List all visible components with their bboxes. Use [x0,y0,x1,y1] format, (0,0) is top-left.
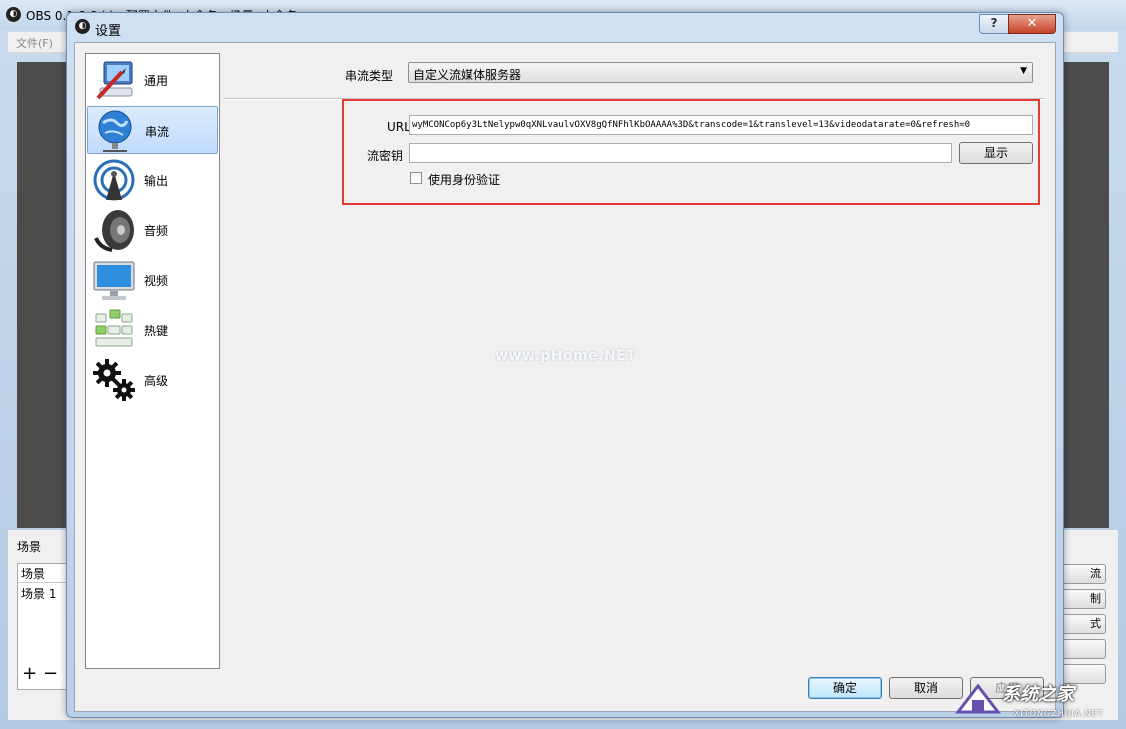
site-logo-subtext: XITONGZHIJIA.NET [1014,709,1104,718]
sidebar-item-general[interactable]: 通用 [87,56,218,104]
url-input[interactable]: wyMCONCop6y3LtNelypw0qXNLvaulvOXV8gQfNFh… [409,115,1033,135]
computer-pen-icon [96,61,133,100]
menu-file[interactable]: 文件(F) [16,35,53,51]
sidebar-item-video[interactable]: 视频 [87,256,218,304]
close-button[interactable]: ✕ [1008,14,1056,34]
sidebar-item-label: 通用 [144,74,169,88]
url-label: URL [387,120,411,134]
help-button[interactable]: ? [979,14,1009,34]
stream-key-label: 流密钥 [367,149,404,163]
broadcast-antenna-icon [93,159,135,201]
site-logo-text: 系统之家 [1002,684,1074,705]
sidebar-item-stream[interactable]: 串流 [87,106,218,154]
scenes-panel-label: 场景 [17,540,42,554]
chevron-down-icon: ▼ [1020,66,1027,76]
stream-key-input[interactable] [409,143,952,163]
show-key-button[interactable]: 显示 [959,142,1033,164]
obs-logo-icon: ◐ [75,19,90,34]
sidebar-item-label: 输出 [144,174,169,188]
dialog-client-area: 通用 串流 输出 音频 视频 热键 高级 串流类型 自定义流媒体服务器 ▼ UR… [74,42,1056,712]
settings-sidebar: 通用 串流 输出 音频 视频 热键 高级 [85,53,220,669]
stream-type-label: 串流类型 [345,69,394,83]
sidebar-item-output[interactable]: 输出 [87,156,218,204]
dialog-title: 设置 [95,24,122,39]
use-auth-label: 使用身份验证 [428,173,501,187]
sidebar-item-label: 热键 [144,324,169,338]
globe-network-icon [98,110,132,152]
add-scene-button[interactable]: + [22,663,37,684]
use-auth-checkbox[interactable] [410,172,422,184]
remove-scene-button[interactable]: − [43,663,58,684]
sidebar-item-label: 高级 [144,374,169,388]
sidebar-item-advanced[interactable]: 高级 [87,356,218,404]
keyboard-icon [95,309,133,347]
sidebar-item-hotkeys[interactable]: 热键 [87,306,218,354]
stream-type-value: 自定义流媒体服务器 [413,68,522,82]
settings-dialog: ◐ 设置 ? ✕ 通用 串流 输出 音频 视频 热键 高级 串流类型 自定义流媒… [66,12,1064,718]
sidebar-item-label: 音频 [144,224,169,238]
speaker-icon [94,210,134,252]
sidebar-item-label: 串流 [145,125,170,139]
sidebar-item-audio[interactable]: 音频 [87,206,218,254]
sidebar-item-label: 视频 [144,274,169,288]
gears-icon [93,359,135,401]
monitor-icon [93,261,135,300]
obs-logo-icon: ◐ [6,7,21,22]
watermark-text: www.pHome.NET [495,348,637,364]
stream-type-select[interactable]: 自定义流媒体服务器 ▼ [408,62,1033,83]
ok-button[interactable]: 确定 [808,677,882,699]
